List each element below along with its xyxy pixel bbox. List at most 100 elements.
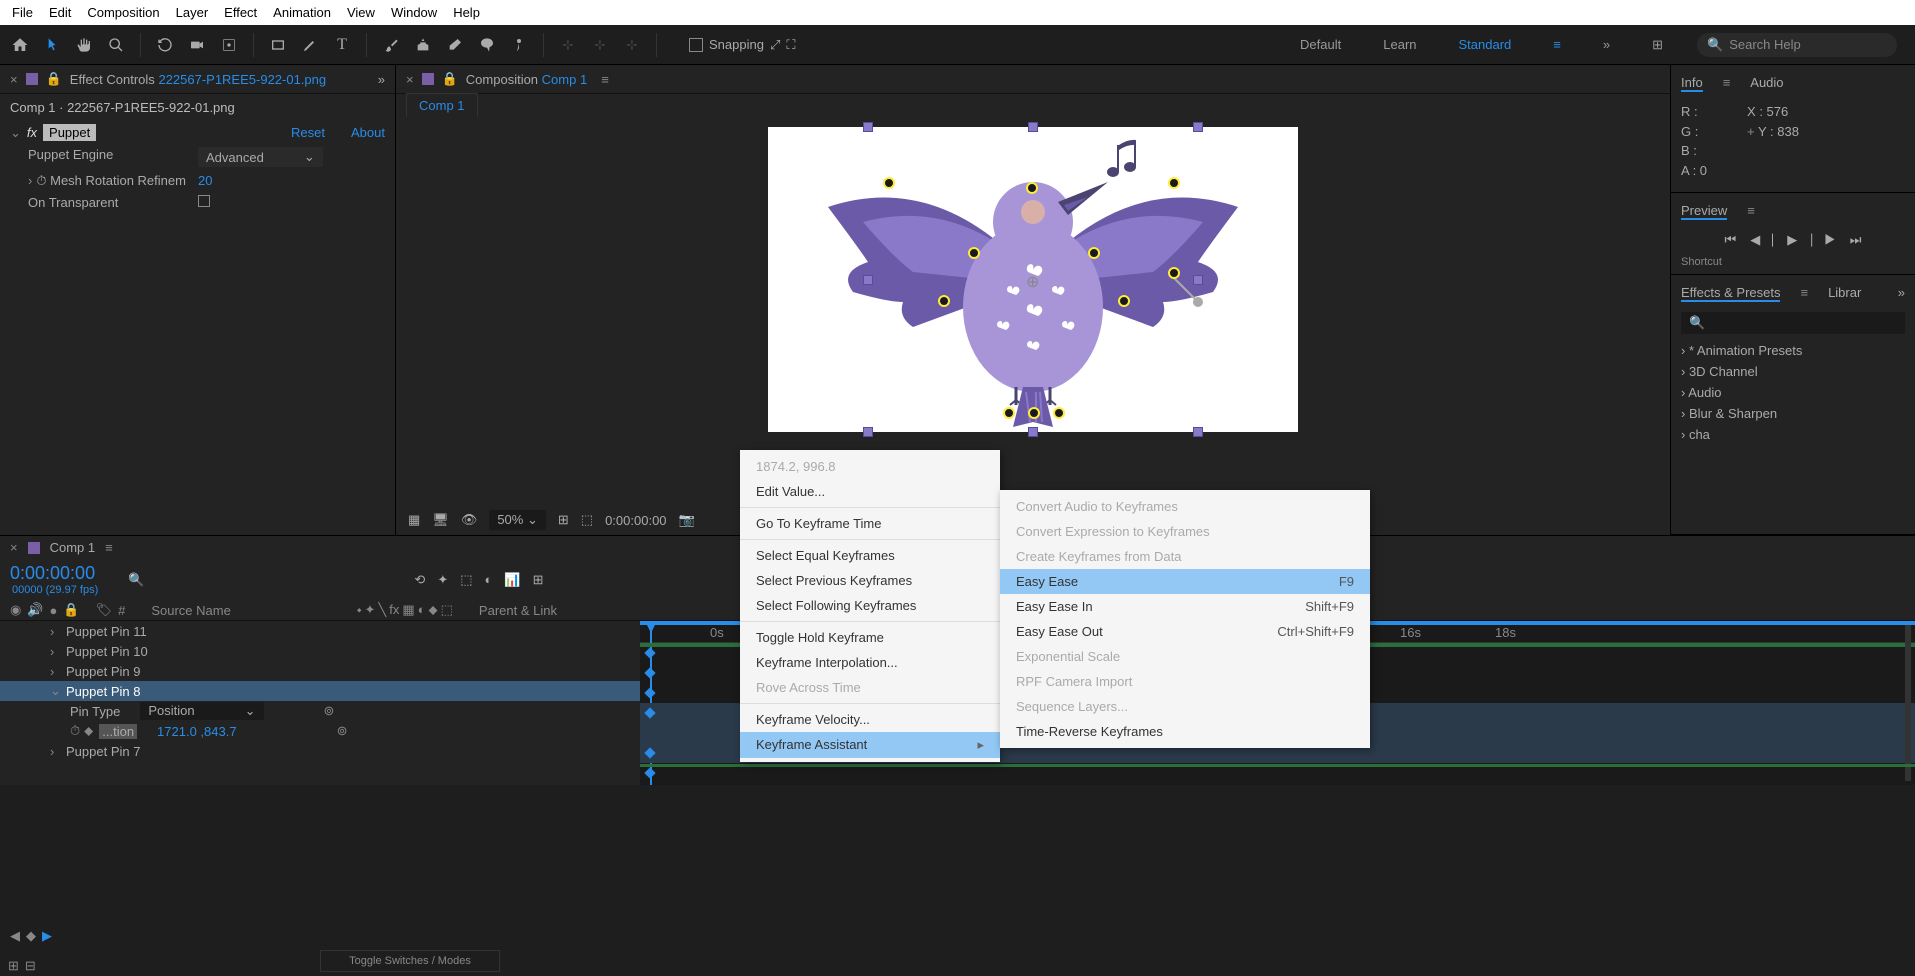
timeline-search-icon[interactable]: 🔍 bbox=[128, 572, 144, 587]
ep-menu-icon[interactable]: ≡ bbox=[1800, 285, 1808, 302]
add-kf-icon[interactable]: ◆ bbox=[26, 928, 36, 944]
search-input[interactable] bbox=[1729, 37, 1905, 52]
workspace-learn[interactable]: Learn bbox=[1377, 33, 1422, 57]
mesh-rotation-value[interactable]: 20 bbox=[198, 173, 212, 189]
reset-link[interactable]: Reset bbox=[291, 125, 325, 140]
menu-layer[interactable]: Layer bbox=[168, 2, 217, 23]
menu-animation[interactable]: Animation bbox=[265, 2, 339, 23]
current-time[interactable]: 0:00:00:00 bbox=[10, 563, 98, 584]
effects-presets-tab[interactable]: Effects & Presets bbox=[1681, 285, 1780, 302]
search-help[interactable]: 🔍 bbox=[1697, 33, 1897, 57]
close-timeline-tab-icon[interactable]: × bbox=[10, 540, 18, 555]
ctx2-easy-ease-in[interactable]: Easy Ease InShift+F9 bbox=[1000, 594, 1370, 619]
eraser-tool-icon[interactable] bbox=[443, 33, 467, 57]
ctx-select-follow[interactable]: Select Following Keyframes bbox=[740, 593, 1000, 618]
menu-help[interactable]: Help bbox=[445, 2, 488, 23]
resolution-icon[interactable]: ⊞ bbox=[558, 512, 569, 528]
snapping-checkbox[interactable] bbox=[689, 38, 703, 52]
close-tab-icon[interactable]: × bbox=[10, 72, 18, 87]
ep-item[interactable]: › 3D Channel bbox=[1681, 361, 1905, 382]
toggle-alpha-icon[interactable]: ▦ bbox=[408, 512, 420, 528]
axis-world-icon[interactable]: ⊹ bbox=[588, 33, 612, 57]
timeline-pin-row[interactable]: ›Puppet Pin 7 bbox=[0, 741, 640, 761]
region-icon[interactable]: ⬚ bbox=[581, 512, 593, 528]
next-kf-icon[interactable]: ▶ bbox=[42, 928, 52, 944]
timeline-vscrollbar[interactable] bbox=[1905, 625, 1911, 781]
timeline-menu-icon[interactable]: ≡ bbox=[105, 540, 113, 555]
timeline-pin-row[interactable]: ›Puppet Pin 11 bbox=[0, 621, 640, 641]
keyframe-icon[interactable] bbox=[644, 767, 655, 778]
toggle-transparency-icon[interactable]: 🖥 bbox=[432, 512, 449, 528]
ctx-kf-assistant[interactable]: Keyframe Assistant▸ bbox=[740, 732, 1000, 758]
source-name-col[interactable]: Source Name bbox=[151, 603, 230, 618]
comp-subtab[interactable]: Comp 1 bbox=[406, 93, 478, 117]
index-col[interactable]: # bbox=[118, 603, 125, 618]
expression-pickwhip-icon[interactable]: ⊚ bbox=[324, 703, 335, 719]
comp-menu-icon[interactable]: ≡ bbox=[601, 72, 609, 87]
switches-cols[interactable]: ⬩✦╲fx▦◐⬥⬚ bbox=[357, 602, 453, 618]
menu-composition[interactable]: Composition bbox=[79, 2, 167, 23]
workspace-menu-icon[interactable]: ≡ bbox=[1547, 33, 1567, 57]
clone-stamp-tool-icon[interactable] bbox=[411, 33, 435, 57]
ep-item[interactable]: › * Animation Presets bbox=[1681, 340, 1905, 361]
label-col-icon[interactable]: 🏷 bbox=[96, 602, 113, 618]
hand-tool-icon[interactable] bbox=[72, 33, 96, 57]
timecode-display[interactable]: 0:00:00:00 bbox=[605, 513, 666, 528]
menu-file[interactable]: File bbox=[4, 2, 41, 23]
axis-view-icon[interactable]: ⊹ bbox=[620, 33, 644, 57]
pan-behind-tool-icon[interactable] bbox=[217, 33, 241, 57]
workspace-overflow-icon[interactable]: » bbox=[1597, 33, 1616, 57]
prev-kf-icon[interactable]: ◀ bbox=[10, 928, 20, 944]
next-frame-icon[interactable]: ⎸▶ bbox=[1811, 232, 1836, 248]
puppet-pin-tool-icon[interactable] bbox=[507, 33, 531, 57]
ctx2-easy-ease[interactable]: Easy EaseF9 bbox=[1000, 569, 1370, 594]
composition-canvas[interactable]: ⊕ bbox=[768, 127, 1298, 432]
effect-name[interactable]: Puppet bbox=[43, 124, 96, 141]
expression-pickwhip-icon[interactable]: ⊚ bbox=[337, 723, 348, 739]
on-transparent-checkbox[interactable] bbox=[198, 195, 210, 207]
ep-overflow-icon[interactable]: » bbox=[1898, 285, 1905, 302]
last-frame-icon[interactable]: ⏭ bbox=[1850, 232, 1862, 248]
zoom-dropdown[interactable]: 50% ⌄ bbox=[489, 510, 546, 530]
composition-viewer[interactable]: ⊕ bbox=[396, 117, 1670, 505]
keyframe-icon[interactable] bbox=[644, 707, 655, 718]
axis-local-icon[interactable]: ⊹ bbox=[556, 33, 580, 57]
solo-col-icon[interactable]: ● bbox=[50, 603, 58, 618]
keyframe-icon[interactable] bbox=[644, 667, 655, 678]
selection-tool-icon[interactable] bbox=[40, 33, 64, 57]
ctx-goto-kf-time[interactable]: Go To Keyframe Time bbox=[740, 511, 1000, 536]
shy-icon[interactable]: ⟲ bbox=[414, 572, 425, 588]
camera-tool-icon[interactable] bbox=[185, 33, 209, 57]
draft3d-icon[interactable]: ✦ bbox=[437, 572, 448, 588]
play-icon[interactable]: ▶ bbox=[1787, 232, 1797, 248]
workspace-default[interactable]: Default bbox=[1294, 33, 1347, 57]
ctx-kf-velocity[interactable]: Keyframe Velocity... bbox=[740, 707, 1000, 732]
frame-blend-icon[interactable]: ⬚ bbox=[460, 572, 472, 588]
snap-edge-icon[interactable]: ⤢ bbox=[770, 37, 780, 53]
timeline-pin-row[interactable]: ›Puppet Pin 9 bbox=[0, 661, 640, 681]
menu-view[interactable]: View bbox=[339, 2, 383, 23]
menu-edit[interactable]: Edit bbox=[41, 2, 79, 23]
toggle-switches-button[interactable]: Toggle Switches / Modes bbox=[320, 950, 500, 972]
audio-tab[interactable]: Audio bbox=[1750, 75, 1783, 92]
puppet-engine-dropdown[interactable]: Advanced⌄ bbox=[198, 147, 323, 167]
keyframe-icon[interactable] bbox=[644, 647, 655, 658]
ctx2-time-reverse[interactable]: Time-Reverse Keyframes bbox=[1000, 719, 1370, 744]
visibility-col-icon[interactable]: ◉ bbox=[10, 602, 21, 618]
ctx-kf-interp[interactable]: Keyframe Interpolation... bbox=[740, 650, 1000, 675]
snap-collapse-icon[interactable]: ⛶ bbox=[786, 37, 795, 53]
zoom-tool-icon[interactable] bbox=[104, 33, 128, 57]
position-value[interactable]: 1721.0 ,843.7 bbox=[157, 724, 237, 739]
collapse-icon[interactable]: ⌄ bbox=[10, 125, 21, 141]
pen-tool-icon[interactable] bbox=[298, 33, 322, 57]
comp-lock-icon[interactable]: 🔒 bbox=[442, 71, 458, 87]
ep-item[interactable]: › Blur & Sharpen bbox=[1681, 403, 1905, 424]
toggle-icon[interactable]: ⊞ bbox=[8, 958, 19, 974]
brush-tool-icon[interactable] bbox=[379, 33, 403, 57]
keyframe-icon[interactable] bbox=[644, 747, 655, 758]
settings-icon[interactable]: ⊞ bbox=[1646, 33, 1669, 57]
ctx-select-prev[interactable]: Select Previous Keyframes bbox=[740, 568, 1000, 593]
timeline-tab-label[interactable]: Comp 1 bbox=[50, 540, 96, 555]
info-tab[interactable]: Info bbox=[1681, 75, 1703, 92]
pin-type-dropdown[interactable]: Position⌄ bbox=[140, 702, 263, 720]
